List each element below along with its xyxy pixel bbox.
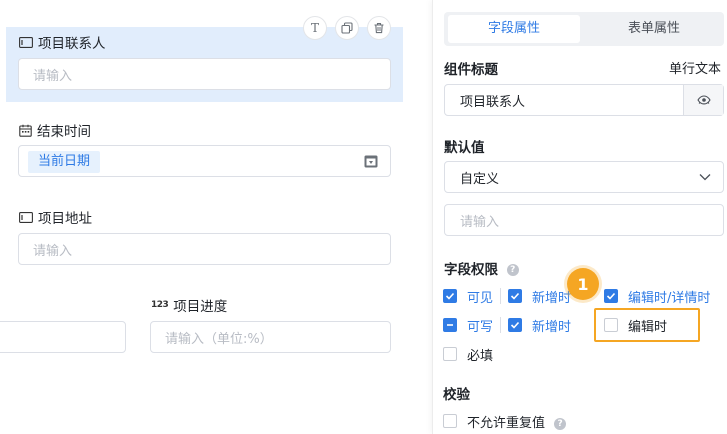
separator [500,317,501,333]
annotation-badge: 1 [567,268,599,300]
checkbox-writable-on-add[interactable] [508,318,522,332]
address-input[interactable]: 请输入 [18,233,391,265]
field-label-text: 结束时间 [37,124,91,140]
section-title-text: 字段权限 [444,262,498,278]
text-icon: T [310,21,319,35]
minus-icon [447,324,453,326]
checkbox-no-duplicate[interactable] [443,414,457,428]
label-no-duplicate: 不允许重复值 ? [467,412,567,431]
end-time-picker[interactable]: 当前日期 [18,145,391,177]
field-label-text: 项目进度 [173,299,228,315]
label-visible-on-add: 新增时 [532,291,572,306]
text-field-icon [19,36,33,48]
select-value: 自定义 [460,171,500,187]
placeholder-text: 请输入 [460,214,500,230]
help-icon[interactable]: ? [554,417,567,430]
label-writable: 可写 [467,320,494,335]
label-writable-on-add: 新增时 [532,320,572,335]
component-type-label: 单行文本 [668,62,721,77]
panel-tabs: 字段属性 表单属性 [444,12,724,46]
help-icon[interactable]: ? [506,264,519,276]
partial-input[interactable] [0,321,126,353]
separator [500,288,501,304]
checkbox-visible-on-edit-detail[interactable] [604,289,618,303]
check-icon [510,321,520,329]
current-date-tag: 当前日期 [28,151,101,173]
component-title-label: 组件标题 [444,62,498,78]
properties-panel: 字段属性 表单属性 组件标题 单行文本 项目联系人 默认值 自定义 请输入 字段… [432,0,727,434]
field-label-end-time: 结束时间 [19,120,91,140]
form-canvas: T 项目联系人 请输入 结束时间 当前日期 项目地址 请输入 123 项目进度 … [0,0,420,434]
checkbox-visible[interactable] [443,289,457,303]
field-label-progress: 123 项目进度 [151,295,227,315]
check-icon [510,292,520,300]
input-value: 项目联系人 [460,94,526,110]
placeholder-text: 请输入 [33,68,73,84]
number-field-icon: 123 [151,300,169,310]
copy-icon [341,22,353,34]
delete-button[interactable] [367,16,391,40]
checkbox-required[interactable] [443,347,457,361]
contact-input[interactable]: 请输入 [18,58,391,90]
annotation-highlight-box [594,308,700,342]
checkbox-visible-on-add[interactable] [508,289,522,303]
default-value-select[interactable]: 自定义 [444,161,724,193]
text-type-button[interactable]: T [303,16,327,40]
placeholder-text: 请输入（单位:%） [165,331,273,347]
chevron-down-icon [699,174,711,181]
field-permissions-label: 字段权限 ? [444,258,519,278]
calendar-icon [19,124,32,137]
copy-button[interactable] [335,16,359,40]
progress-input[interactable]: 请输入（单位:%） [150,321,391,353]
check-icon [606,292,616,300]
calendar-picker-icon[interactable] [364,154,378,168]
placeholder-text: 请输入 [33,243,73,259]
label-visible: 可见 [467,291,494,306]
label-required: 必填 [467,349,494,364]
visibility-toggle[interactable] [683,85,723,115]
text-field-icon [19,211,33,223]
default-value-input[interactable]: 请输入 [444,204,724,236]
label-text: 不允许重复值 [467,416,546,431]
tab-form-properties[interactable]: 表单属性 [588,15,720,43]
field-label-text: 项目地址 [38,211,92,227]
validation-label: 校验 [443,387,470,403]
tab-field-properties[interactable]: 字段属性 [448,15,580,43]
field-label-contact: 项目联系人 [19,32,106,52]
default-value-label: 默认值 [444,140,485,156]
check-icon [445,292,455,300]
component-title-input[interactable]: 项目联系人 [444,84,724,116]
field-label-text: 项目联系人 [38,36,106,52]
eye-icon [696,95,711,105]
field-label-address: 项目地址 [19,207,92,227]
label-visible-on-edit-detail: 编辑时/详情时 [628,291,711,306]
trash-icon [374,23,384,34]
checkbox-writable[interactable] [443,318,457,332]
